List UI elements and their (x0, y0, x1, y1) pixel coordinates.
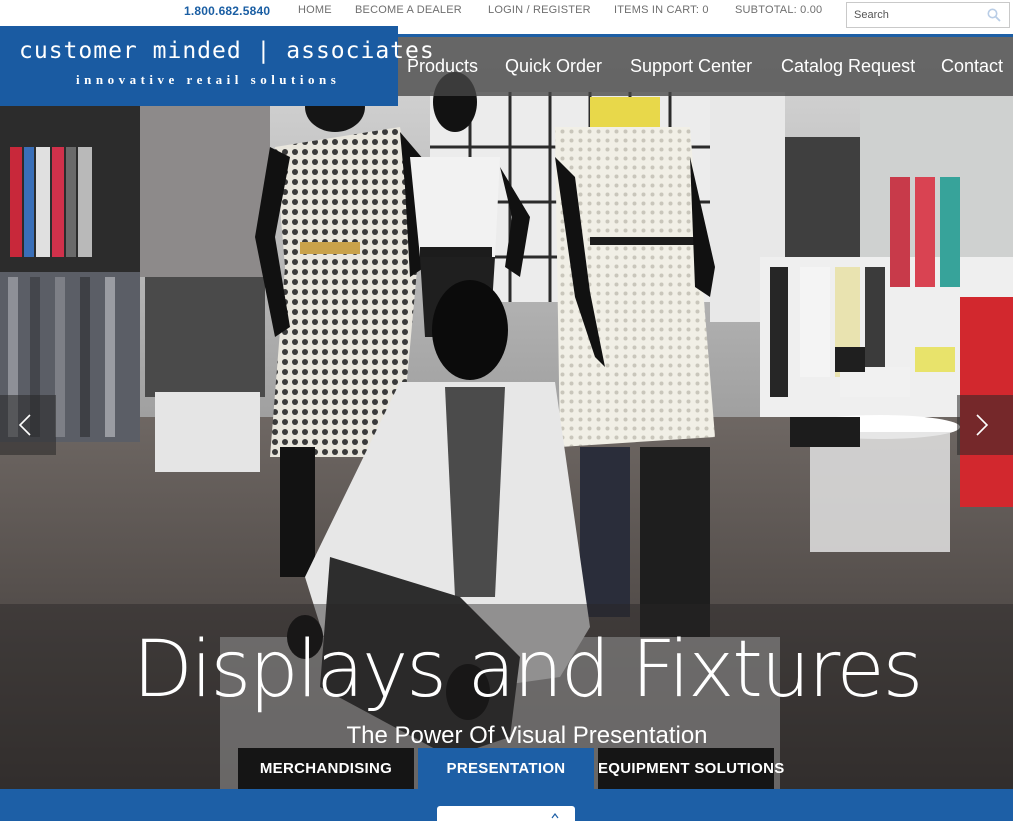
chevron-left-icon (18, 414, 31, 436)
cart-subtotal: SUBTOTAL: 0.00 (735, 4, 823, 16)
tab-equipment-solutions[interactable]: EQUIPMENT SOLUTIONS (598, 748, 784, 789)
nav-catalog-request[interactable]: Catalog Request (781, 56, 915, 77)
slider-prev-button[interactable] (0, 395, 56, 455)
become-dealer-link[interactable]: BECOME A DEALER (355, 4, 462, 16)
nav-contact[interactable]: Contact (941, 56, 1003, 77)
search-box (846, 2, 1010, 28)
logo-wordmark: customer minded | associates (19, 38, 435, 64)
logo-tagline: innovative retail solutions (76, 72, 341, 87)
nav-quick-order[interactable]: Quick Order (505, 56, 602, 77)
search-input[interactable] (847, 3, 977, 27)
login-register-link[interactable]: LOGIN / REGISTER (488, 4, 591, 16)
nav-support-center[interactable]: Support Center (630, 56, 752, 77)
cart-items-count[interactable]: ITEMS IN CART: 0 (614, 4, 709, 16)
slider-next-button[interactable] (957, 395, 1013, 455)
search-icon[interactable] (987, 8, 1001, 22)
chevron-right-icon (976, 414, 989, 436)
chevron-up-icon (551, 813, 559, 819)
tab-merchandising[interactable]: MERCHANDISING (238, 748, 414, 789)
main-navigation: Products Quick Order Support Center Cata… (398, 37, 1013, 96)
site-logo[interactable]: customer minded | associates innovative … (0, 26, 434, 106)
phone-number[interactable]: 1.800.682.5840 (184, 4, 270, 18)
hero-headline: Displays and Fixtures (132, 625, 924, 715)
hero-subheadline: The Power Of Visual Presentation (346, 722, 708, 749)
tab-presentation[interactable]: PRESENTATION (418, 748, 594, 789)
home-link[interactable]: HOME (298, 4, 332, 16)
hero-slider: Displays and Fixtures The Power Of Visua… (0, 37, 1013, 789)
